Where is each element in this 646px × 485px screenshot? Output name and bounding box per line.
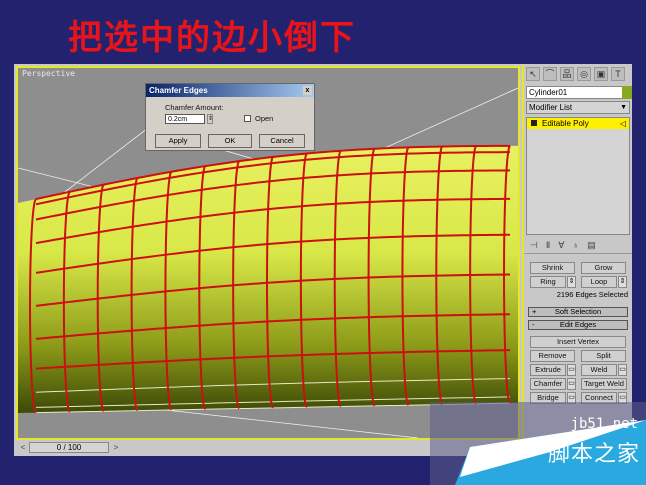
chamfer-amount-input[interactable]: [165, 114, 205, 124]
dialog-titlebar[interactable]: Chamfer Edges x: [146, 84, 314, 97]
stack-item-editable-poly[interactable]: Editable Poly ◁: [527, 118, 629, 129]
chamfer-amount-label: Chamfer Amount:: [165, 103, 224, 112]
display-tab-icon[interactable]: ▣: [594, 67, 608, 81]
rollout-title: Edit Edges: [559, 320, 597, 329]
slide-title: 把选中的边小倒下: [68, 18, 356, 58]
split-button[interactable]: Split: [581, 350, 626, 362]
chevron-down-icon: ▼: [620, 104, 627, 111]
chamfer-amount-spinner[interactable]: ⇕: [207, 114, 213, 124]
loop-spinner[interactable]: ⇕: [618, 276, 627, 288]
max-window: Perspective < 0 / 100 > ↖ ⌒ 品 ◎ ▣ T Cyli…: [14, 64, 632, 456]
object-name: Cylinder01: [529, 88, 568, 97]
rollout-toggle: -: [532, 320, 535, 329]
hierarchy-tab-icon[interactable]: 品: [560, 67, 574, 81]
chamfer-settings-icon[interactable]: ▭: [567, 378, 576, 390]
grow-button[interactable]: Grow: [581, 262, 626, 274]
open-checkbox[interactable]: [244, 115, 251, 122]
stack-item-label: Editable Poly: [542, 119, 589, 128]
selection-status: 2196 Edges Selected: [556, 290, 628, 299]
rollout-toggle: +: [532, 307, 537, 316]
insert-vertex-button[interactable]: Insert Vertex: [530, 336, 626, 348]
apply-button[interactable]: Apply: [155, 134, 201, 148]
dialog-title: Chamfer Edges: [149, 86, 208, 95]
weld-button[interactable]: Weld: [581, 364, 617, 376]
cancel-button[interactable]: Cancel: [259, 134, 305, 148]
stack-toolbar: ⊣ Ⅱ ∀ ♁ ▤: [524, 238, 632, 254]
close-icon[interactable]: x: [303, 86, 312, 95]
ring-button[interactable]: Ring: [530, 276, 566, 288]
ring-spinner[interactable]: ⇕: [567, 276, 576, 288]
rollout-title: Soft Selection: [554, 307, 602, 316]
show-end-result-icon[interactable]: Ⅱ: [546, 240, 550, 251]
modifier-stack: Editable Poly ◁: [526, 117, 630, 235]
configure-sets-icon[interactable]: ▤: [587, 240, 596, 251]
watermark-name: 脚本之家: [547, 441, 640, 466]
modifier-list-dropdown[interactable]: Modifier List ▼: [526, 101, 630, 114]
create-tab-icon[interactable]: ↖: [526, 67, 540, 81]
object-color-swatch[interactable]: [622, 86, 632, 99]
chamfer-button[interactable]: Chamfer: [530, 378, 566, 390]
loop-button[interactable]: Loop: [581, 276, 617, 288]
open-label: Open: [255, 114, 274, 123]
expand-icon: [531, 120, 537, 126]
extrude-settings-icon[interactable]: ▭: [567, 364, 576, 376]
remove-button[interactable]: Remove: [530, 350, 575, 362]
prev-frame-button[interactable]: <: [18, 442, 28, 453]
utilities-tab-icon[interactable]: T: [611, 67, 625, 81]
weld-settings-icon[interactable]: ▭: [618, 364, 627, 376]
soft-selection-rollout[interactable]: + Soft Selection: [528, 307, 628, 317]
object-name-field[interactable]: Cylinder01: [526, 86, 632, 99]
chamfer-edges-dialog: Chamfer Edges x Chamfer Amount: ⇕ Open Ap…: [145, 83, 315, 151]
ok-button[interactable]: OK: [208, 134, 252, 148]
time-slider[interactable]: 0 / 100: [29, 442, 109, 453]
command-panel: ↖ ⌒ 品 ◎ ▣ T Cylinder01 Modifier List ▼ Ed…: [522, 64, 632, 456]
next-frame-button[interactable]: >: [111, 442, 121, 453]
extrude-button[interactable]: Extrude: [530, 364, 566, 376]
pin-stack-icon[interactable]: ⊣: [530, 240, 538, 251]
remove-modifier-icon[interactable]: ♁: [572, 240, 579, 251]
make-unique-icon[interactable]: ∀: [558, 240, 564, 251]
modify-tab-icon[interactable]: ⌒: [543, 67, 557, 81]
edge-subobject-icon: ◁: [619, 119, 626, 128]
modifier-list-label: Modifier List: [529, 103, 573, 112]
watermark-site: jb51.net: [570, 416, 638, 432]
command-tabs: ↖ ⌒ 品 ◎ ▣ T: [524, 64, 632, 84]
viewport-label[interactable]: Perspective: [22, 69, 75, 78]
shrink-button[interactable]: Shrink: [530, 262, 575, 274]
edit-edges-rollout[interactable]: - Edit Edges: [528, 320, 628, 330]
motion-tab-icon[interactable]: ◎: [577, 67, 591, 81]
target-weld-button[interactable]: Target Weld: [581, 378, 627, 390]
